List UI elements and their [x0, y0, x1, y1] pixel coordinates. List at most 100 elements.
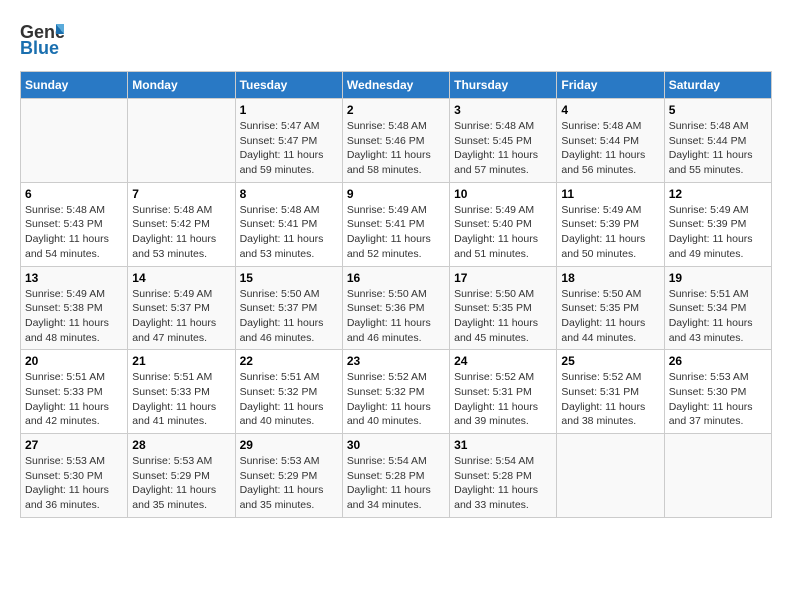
- day-info: Sunrise: 5:49 AM Sunset: 5:38 PM Dayligh…: [25, 287, 123, 346]
- weekday-header: Thursday: [450, 72, 557, 99]
- day-info: Sunrise: 5:49 AM Sunset: 5:39 PM Dayligh…: [669, 203, 767, 262]
- calendar-cell: 5 Sunrise: 5:48 AM Sunset: 5:44 PM Daylig…: [664, 99, 771, 183]
- page-header: General Blue: [20, 20, 772, 56]
- calendar-cell: 11 Sunrise: 5:49 AM Sunset: 5:39 PM Dayli…: [557, 182, 664, 266]
- calendar-cell: 6 Sunrise: 5:48 AM Sunset: 5:43 PM Daylig…: [21, 182, 128, 266]
- calendar-cell: 28 Sunrise: 5:53 AM Sunset: 5:29 PM Dayli…: [128, 434, 235, 518]
- day-number: 19: [669, 271, 767, 285]
- calendar-cell: 24Sunrise: 5:52 AM Sunset: 5:31 PM Dayli…: [450, 350, 557, 434]
- weekday-header: Tuesday: [235, 72, 342, 99]
- day-info: Sunrise: 5:47 AM Sunset: 5:47 PM Dayligh…: [240, 119, 338, 178]
- day-number: 31: [454, 438, 552, 452]
- logo: General Blue: [20, 20, 64, 56]
- day-number: 18: [561, 271, 659, 285]
- day-info: Sunrise: 5:51 AM Sunset: 5:34 PM Dayligh…: [669, 287, 767, 346]
- day-info: Sunrise: 5:48 AM Sunset: 5:45 PM Dayligh…: [454, 119, 552, 178]
- day-info: Sunrise: 5:51 AM Sunset: 5:33 PM Dayligh…: [132, 370, 230, 429]
- day-number: 17: [454, 271, 552, 285]
- calendar-cell: 25 Sunrise: 5:52 AM Sunset: 5:31 PM Dayli…: [557, 350, 664, 434]
- day-number: 20: [25, 354, 123, 368]
- day-info: Sunrise: 5:52 AM Sunset: 5:32 PM Dayligh…: [347, 370, 445, 429]
- day-number: 15: [240, 271, 338, 285]
- day-number: 6: [25, 187, 123, 201]
- calendar-cell: 26 Sunrise: 5:53 AM Sunset: 5:30 PM Dayli…: [664, 350, 771, 434]
- calendar-week: 6 Sunrise: 5:48 AM Sunset: 5:43 PM Daylig…: [21, 182, 772, 266]
- day-number: 28: [132, 438, 230, 452]
- calendar-cell: 20 Sunrise: 5:51 AM Sunset: 5:33 PM Dayli…: [21, 350, 128, 434]
- day-info: Sunrise: 5:50 AM Sunset: 5:37 PM Dayligh…: [240, 287, 338, 346]
- calendar-cell: 4Sunrise: 5:48 AM Sunset: 5:44 PM Daylig…: [557, 99, 664, 183]
- day-info: Sunrise: 5:51 AM Sunset: 5:33 PM Dayligh…: [25, 370, 123, 429]
- day-info: Sunrise: 5:51 AM Sunset: 5:32 PM Dayligh…: [240, 370, 338, 429]
- calendar-cell: 2 Sunrise: 5:48 AM Sunset: 5:46 PM Daylig…: [342, 99, 449, 183]
- day-info: Sunrise: 5:48 AM Sunset: 5:44 PM Dayligh…: [669, 119, 767, 178]
- day-number: 16: [347, 271, 445, 285]
- day-number: 25: [561, 354, 659, 368]
- calendar-cell: 17 Sunrise: 5:50 AM Sunset: 5:35 PM Dayli…: [450, 266, 557, 350]
- calendar-week: 27 Sunrise: 5:53 AM Sunset: 5:30 PM Dayli…: [21, 434, 772, 518]
- calendar-week: 20 Sunrise: 5:51 AM Sunset: 5:33 PM Dayli…: [21, 350, 772, 434]
- calendar-cell: [664, 434, 771, 518]
- calendar-cell: 22 Sunrise: 5:51 AM Sunset: 5:32 PM Dayli…: [235, 350, 342, 434]
- calendar-cell: [128, 99, 235, 183]
- weekday-header: Friday: [557, 72, 664, 99]
- calendar-cell: 12 Sunrise: 5:49 AM Sunset: 5:39 PM Dayli…: [664, 182, 771, 266]
- calendar-cell: [557, 434, 664, 518]
- day-number: 7: [132, 187, 230, 201]
- day-number: 9: [347, 187, 445, 201]
- calendar-cell: 15 Sunrise: 5:50 AM Sunset: 5:37 PM Dayli…: [235, 266, 342, 350]
- day-number: 13: [25, 271, 123, 285]
- day-number: 10: [454, 187, 552, 201]
- day-info: Sunrise: 5:52 AM Sunset: 5:31 PM Dayligh…: [561, 370, 659, 429]
- logo-icon: General Blue: [20, 20, 64, 56]
- day-number: 29: [240, 438, 338, 452]
- day-number: 22: [240, 354, 338, 368]
- day-info: Sunrise: 5:49 AM Sunset: 5:41 PM Dayligh…: [347, 203, 445, 262]
- day-number: 8: [240, 187, 338, 201]
- day-info: Sunrise: 5:50 AM Sunset: 5:35 PM Dayligh…: [454, 287, 552, 346]
- day-number: 23: [347, 354, 445, 368]
- day-info: Sunrise: 5:50 AM Sunset: 5:35 PM Dayligh…: [561, 287, 659, 346]
- svg-text:Blue: Blue: [20, 38, 59, 56]
- calendar-cell: 8Sunrise: 5:48 AM Sunset: 5:41 PM Daylig…: [235, 182, 342, 266]
- calendar-header: SundayMondayTuesdayWednesdayThursdayFrid…: [21, 72, 772, 99]
- day-info: Sunrise: 5:49 AM Sunset: 5:39 PM Dayligh…: [561, 203, 659, 262]
- calendar-cell: [21, 99, 128, 183]
- day-info: Sunrise: 5:48 AM Sunset: 5:43 PM Dayligh…: [25, 203, 123, 262]
- day-number: 24: [454, 354, 552, 368]
- calendar-cell: 30Sunrise: 5:54 AM Sunset: 5:28 PM Dayli…: [342, 434, 449, 518]
- weekday-header: Monday: [128, 72, 235, 99]
- day-info: Sunrise: 5:53 AM Sunset: 5:29 PM Dayligh…: [132, 454, 230, 513]
- day-info: Sunrise: 5:54 AM Sunset: 5:28 PM Dayligh…: [454, 454, 552, 513]
- calendar-cell: 21 Sunrise: 5:51 AM Sunset: 5:33 PM Dayli…: [128, 350, 235, 434]
- day-info: Sunrise: 5:53 AM Sunset: 5:30 PM Dayligh…: [669, 370, 767, 429]
- calendar-cell: 10 Sunrise: 5:49 AM Sunset: 5:40 PM Dayli…: [450, 182, 557, 266]
- day-number: 12: [669, 187, 767, 201]
- calendar-cell: 3Sunrise: 5:48 AM Sunset: 5:45 PM Daylig…: [450, 99, 557, 183]
- day-info: Sunrise: 5:49 AM Sunset: 5:40 PM Dayligh…: [454, 203, 552, 262]
- day-number: 21: [132, 354, 230, 368]
- calendar-cell: 19 Sunrise: 5:51 AM Sunset: 5:34 PM Dayli…: [664, 266, 771, 350]
- day-info: Sunrise: 5:48 AM Sunset: 5:42 PM Dayligh…: [132, 203, 230, 262]
- calendar-cell: 9 Sunrise: 5:49 AM Sunset: 5:41 PM Daylig…: [342, 182, 449, 266]
- day-info: Sunrise: 5:50 AM Sunset: 5:36 PM Dayligh…: [347, 287, 445, 346]
- weekday-header: Saturday: [664, 72, 771, 99]
- day-number: 11: [561, 187, 659, 201]
- weekday-header: Wednesday: [342, 72, 449, 99]
- day-number: 27: [25, 438, 123, 452]
- calendar-cell: 1 Sunrise: 5:47 AM Sunset: 5:47 PM Daylig…: [235, 99, 342, 183]
- calendar-cell: 7 Sunrise: 5:48 AM Sunset: 5:42 PM Daylig…: [128, 182, 235, 266]
- day-info: Sunrise: 5:53 AM Sunset: 5:29 PM Dayligh…: [240, 454, 338, 513]
- day-number: 1: [240, 103, 338, 117]
- calendar: SundayMondayTuesdayWednesdayThursdayFrid…: [20, 71, 772, 518]
- day-info: Sunrise: 5:54 AM Sunset: 5:28 PM Dayligh…: [347, 454, 445, 513]
- calendar-cell: 27 Sunrise: 5:53 AM Sunset: 5:30 PM Dayli…: [21, 434, 128, 518]
- day-number: 4: [561, 103, 659, 117]
- day-info: Sunrise: 5:53 AM Sunset: 5:30 PM Dayligh…: [25, 454, 123, 513]
- day-number: 5: [669, 103, 767, 117]
- day-info: Sunrise: 5:48 AM Sunset: 5:46 PM Dayligh…: [347, 119, 445, 178]
- calendar-week: 13 Sunrise: 5:49 AM Sunset: 5:38 PM Dayli…: [21, 266, 772, 350]
- day-number: 2: [347, 103, 445, 117]
- day-number: 26: [669, 354, 767, 368]
- calendar-cell: 14Sunrise: 5:49 AM Sunset: 5:37 PM Dayli…: [128, 266, 235, 350]
